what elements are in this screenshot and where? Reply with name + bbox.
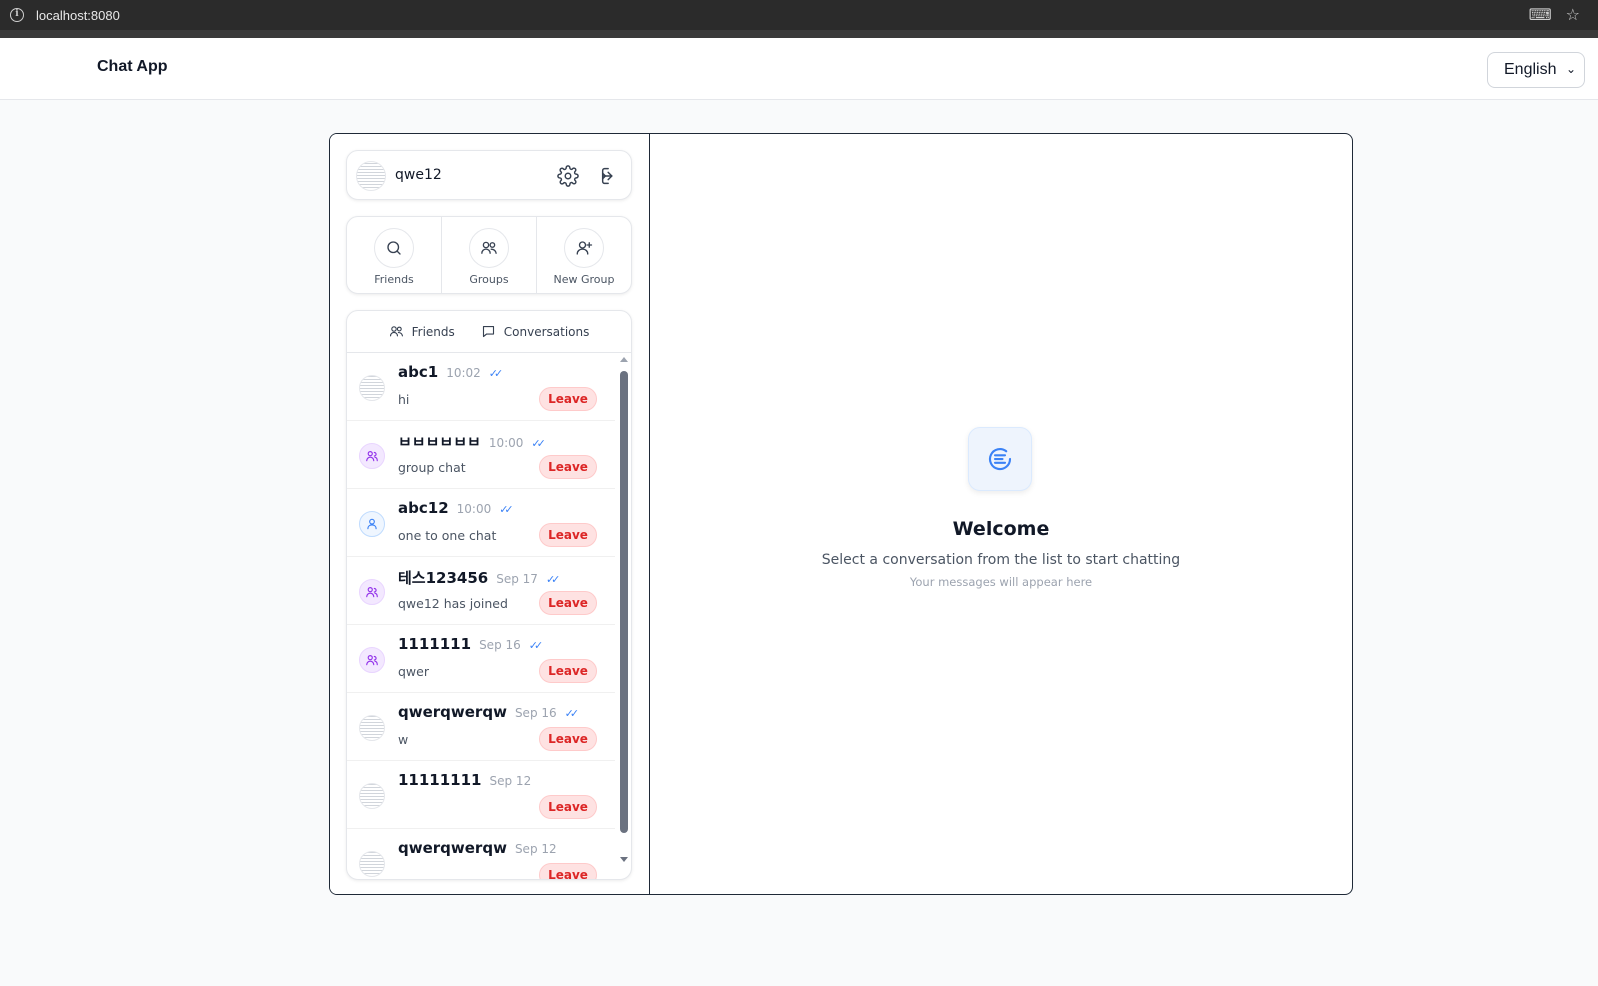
- avatar: [359, 715, 385, 741]
- chat-container: qwe12 Friends Groups New Group Friends C…: [329, 133, 1353, 895]
- tab-conversations[interactable]: Conversations: [481, 324, 590, 339]
- scroll-up-arrow[interactable]: [620, 357, 628, 362]
- new-group-button[interactable]: New Group: [536, 217, 631, 293]
- list-tabs: Friends Conversations: [347, 311, 631, 353]
- chevron-down-icon: ⌄: [1565, 62, 1576, 76]
- scroll-thumb[interactable]: [620, 371, 628, 833]
- conversation-name: abc12: [398, 499, 449, 517]
- user-avatar-icon: [359, 511, 385, 537]
- scroll-down-arrow[interactable]: [620, 857, 628, 862]
- leave-button[interactable]: Leave: [539, 455, 597, 479]
- conversation-preview: hi: [398, 392, 410, 407]
- group-avatar-icon: [359, 579, 385, 605]
- leave-button[interactable]: Leave: [539, 727, 597, 751]
- conversation-preview: qwe12 has joined: [398, 596, 508, 611]
- browser-url[interactable]: localhost:8080: [36, 8, 120, 23]
- conversation-name: qwerqwerqw: [398, 703, 507, 721]
- conversation-item[interactable]: abc12 10:00 ✓✓ one to one chat Leave: [347, 489, 615, 557]
- user-card: qwe12: [346, 150, 632, 200]
- conversation-item[interactable]: qwerqwerqw Sep 16 ✓✓ w Leave: [347, 693, 615, 761]
- current-user-name: qwe12: [395, 167, 442, 183]
- read-check-icon: ✓✓: [528, 639, 544, 652]
- avatar[interactable]: [356, 161, 386, 191]
- conversation-item[interactable]: 11111111 Sep 12 Leave: [347, 761, 615, 829]
- conversation-name: 테스123456: [398, 569, 489, 587]
- leave-button[interactable]: Leave: [539, 795, 597, 819]
- welcome-hint: Your messages will appear here: [909, 575, 1093, 589]
- avatar: [359, 783, 385, 809]
- tab-friends-label: Friends: [411, 324, 455, 339]
- leave-button[interactable]: Leave: [539, 863, 597, 879]
- gear-icon[interactable]: [557, 165, 579, 187]
- info-icon[interactable]: i: [10, 8, 24, 22]
- language-select-value: English: [1504, 61, 1557, 78]
- leave-button[interactable]: Leave: [539, 591, 597, 615]
- scrollbar[interactable]: [615, 353, 631, 879]
- chat-bubble-icon: [482, 325, 494, 338]
- groups-button[interactable]: Groups: [441, 217, 536, 293]
- conversation-name: qwerqwerqw: [398, 839, 507, 857]
- conversation-time: Sep 17: [496, 572, 538, 586]
- conversation-name: ㅂㅂㅂㅂㅂㅂ: [398, 433, 481, 451]
- users-icon: [389, 326, 403, 337]
- users-icon: [481, 241, 497, 254]
- conversation-name: 1111111: [398, 635, 472, 653]
- tab-friends[interactable]: Friends: [389, 324, 455, 339]
- conversation-item[interactable]: 테스123456 Sep 17 ✓✓ qwe12 has joined Leave: [347, 557, 615, 625]
- welcome-panel: Welcome Select a conversation from the l…: [650, 134, 1352, 894]
- quick-actions: Friends Groups New Group: [346, 216, 632, 294]
- app-header: Chat App English ⌄: [0, 38, 1598, 100]
- conversation-time: Sep 16: [514, 706, 557, 720]
- conversation-preview: one to one chat: [398, 528, 497, 543]
- browser-divider: [0, 30, 1598, 38]
- read-check-icon: ✓✓: [531, 437, 546, 450]
- conversation-list[interactable]: abc1 10:02 ✓✓ hi Leave ㅂㅂㅂㅂㅂㅂ 10:00 ✓✓ group cha…: [347, 353, 615, 879]
- group-avatar-icon: [359, 647, 385, 673]
- conversation-time: Sep 12: [514, 842, 557, 856]
- chat-icon: [968, 427, 1032, 491]
- conversation-panel: Friends Conversations abc1 10:02 ✓✓ hi Leave…: [346, 310, 632, 880]
- conversation-preview: group chat: [398, 460, 466, 475]
- action-label: Friends: [374, 273, 414, 286]
- leave-button[interactable]: Leave: [539, 387, 597, 411]
- leave-button[interactable]: Leave: [539, 659, 597, 683]
- conversation-time: Sep 16: [479, 638, 521, 652]
- welcome-subtitle: Select a conversation from the list to s…: [821, 552, 1181, 568]
- conversation-item[interactable]: qwerqwerqw Sep 12 Leave: [347, 829, 615, 879]
- sidebar: qwe12 Friends Groups New Group Friends C…: [330, 134, 650, 894]
- read-check-icon: ✓✓: [545, 573, 561, 586]
- translate-icon[interactable]: ⌨: [1529, 5, 1552, 25]
- language-select[interactable]: English ⌄: [1487, 52, 1585, 88]
- conversation-time: 10:00: [488, 436, 524, 450]
- conversation-item[interactable]: abc1 10:02 ✓✓ hi Leave: [347, 353, 615, 421]
- conversation-name: 11111111: [398, 771, 482, 789]
- group-avatar-icon: [359, 443, 385, 469]
- avatar: [359, 851, 385, 877]
- star-icon[interactable]: ☆: [1566, 5, 1580, 25]
- conversation-name: abc1: [398, 363, 439, 381]
- conversation-preview: w: [398, 732, 409, 747]
- conversation-time: 10:02: [446, 366, 481, 380]
- read-check-icon: ✓✓: [488, 367, 504, 380]
- conversation-time: Sep 12: [489, 774, 532, 788]
- conversation-item[interactable]: 1111111 Sep 16 ✓✓ qwer Leave: [347, 625, 615, 693]
- user-plus-icon: [576, 241, 593, 255]
- read-check-icon: ✓✓: [499, 503, 514, 516]
- app-title: Chat App: [97, 58, 168, 75]
- action-label: New Group: [553, 273, 615, 286]
- conversation-preview: qwer: [398, 664, 429, 679]
- browser-address-bar: i localhost:8080 ⌨ ☆: [0, 0, 1598, 30]
- find-friends-button[interactable]: Friends: [347, 217, 441, 293]
- tab-conversations-label: Conversations: [503, 324, 590, 339]
- conversation-time: 10:00: [456, 502, 492, 516]
- conversation-item[interactable]: ㅂㅂㅂㅂㅂㅂ 10:00 ✓✓ group chat Leave: [347, 421, 615, 489]
- read-check-icon: ✓✓: [564, 707, 580, 720]
- leave-button[interactable]: Leave: [539, 523, 597, 547]
- search-icon: [387, 241, 401, 255]
- avatar: [359, 375, 385, 401]
- welcome-title: Welcome: [952, 518, 1050, 540]
- logout-icon[interactable]: [599, 165, 621, 187]
- action-label: Groups: [469, 273, 509, 286]
